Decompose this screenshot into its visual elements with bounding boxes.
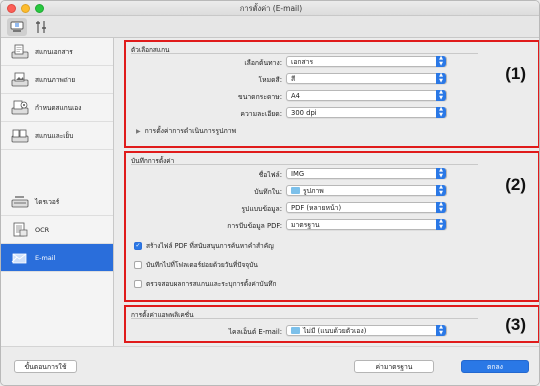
subfolder-label: บันทึกไปที่โฟลเดอร์ย่อยด้วยวันที่ปัจจุบั…	[146, 261, 258, 269]
source-select[interactable]: เอกสาร ▲ ▼	[286, 55, 447, 67]
chevron-updown-icon: ▲ ▼	[436, 72, 446, 84]
save-in-select[interactable]: รูปภาพ ▲ ▼	[286, 184, 447, 196]
pdf-compression-label: การบีบข้อมูล PDF:	[227, 222, 282, 230]
zoom-window-button[interactable]	[35, 4, 44, 13]
data-format-label: รูปแบบข้อมูล:	[241, 205, 282, 213]
settings-window: การตั้งค่า (E-mail) สแกนเอกสาร สแกนภาพถ่…	[0, 0, 540, 386]
data-format-select[interactable]: PDF (หลายหน้า) ▲ ▼	[286, 201, 447, 213]
chevron-updown-icon: ▲ ▼	[436, 167, 446, 179]
sidebar-item-email[interactable]: E-mail	[1, 244, 113, 272]
email-icon	[9, 249, 31, 267]
image-processing-label: การตั้งค่าการดำเนินการรูปภาพ	[144, 127, 237, 135]
sidebar-item-document-scan[interactable]: สแกนเอกสาร	[1, 38, 113, 66]
ocr-icon	[9, 221, 31, 239]
color-mode-select[interactable]: สี ▲ ▼	[286, 72, 447, 84]
sidebar: สแกนเอกสาร สแกนภาพถ่าย กำหนดสแกนเอง สแกน…	[1, 38, 114, 346]
chevron-updown-icon: ▲ ▼	[436, 55, 446, 67]
subfolder-checkbox-row[interactable]: บันทึกไปที่โฟลเดอร์ย่อยด้วยวันที่ปัจจุบั…	[134, 259, 258, 270]
scan-options-section: ตัวเลือกสแกน (1) เลือกต้นทาง: เอกสาร ▲ ▼ …	[124, 40, 539, 148]
sidebar-item-driver[interactable]: ไดรเวอร์	[1, 188, 113, 216]
sidebar-item-label: OCR	[35, 225, 50, 234]
keyword-pdf-checkbox[interactable]: ✓	[134, 241, 142, 250]
document-scan-icon	[9, 43, 31, 61]
file-name-value: IMG	[291, 170, 305, 178]
email-client-value: ไม่มี (แนบด้วยตัวเอง)	[303, 327, 367, 335]
disclosure-triangle-icon: ▶	[136, 128, 141, 135]
paper-size-label: ขนาดกระดาษ:	[238, 93, 282, 101]
sidebar-item-label: ไดรเวอร์	[35, 197, 60, 206]
callout-3: (3)	[505, 315, 526, 334]
source-label: เลือกต้นทาง:	[244, 59, 282, 67]
sidebar-item-scan-and-stitch[interactable]: สแกนและเย็บ	[1, 122, 113, 150]
keyword-pdf-checkbox-row[interactable]: ✓ สร้างไฟล์ PDF ที่สนับสนุนการค้นหาคำสำค…	[134, 240, 274, 251]
subfolder-checkbox[interactable]	[134, 260, 142, 269]
general-settings-icon	[36, 21, 46, 33]
paper-size-value: A4	[291, 92, 300, 100]
resolution-value: 300 dpi	[291, 109, 317, 117]
instructions-button[interactable]: ขั้นตอนการใช้	[14, 360, 77, 373]
footer-bar: ขั้นตอนการใช้ ค่ามาตรฐาน ตกลง	[1, 346, 539, 385]
email-client-select[interactable]: ไม่มี (แนบด้วยตัวเอง) ▲ ▼	[286, 324, 447, 336]
save-in-label: บันทึกใน:	[254, 188, 282, 196]
defaults-button[interactable]: ค่ามาตรฐาน	[354, 360, 434, 373]
toolbar	[1, 16, 539, 38]
scan-from-computer-icon	[10, 21, 24, 32]
source-value: เอกสาร	[291, 58, 314, 66]
chevron-updown-icon: ▲ ▼	[436, 184, 446, 196]
confirm-checkbox-row[interactable]: ตรวจสอบผลการสแกนและระบุการตั้งค่าบันทึก	[134, 278, 276, 289]
driver-icon	[9, 193, 31, 211]
callout-1: (1)	[505, 64, 526, 83]
sidebar-item-photo-scan[interactable]: สแกนภาพถ่าย	[1, 66, 113, 94]
confirm-checkbox[interactable]	[134, 279, 142, 288]
chevron-updown-icon: ▲ ▼	[436, 324, 446, 336]
tab-scan-from-computer[interactable]	[7, 18, 27, 36]
chevron-updown-icon: ▲ ▼	[436, 218, 446, 230]
folder-icon	[291, 187, 300, 194]
folder-icon	[291, 327, 300, 334]
image-processing-disclosure[interactable]: ▶ การตั้งค่าการดำเนินการรูปภาพ	[136, 125, 236, 136]
chevron-updown-icon: ▲ ▼	[436, 106, 446, 118]
window-title: การตั้งค่า (E-mail)	[239, 4, 303, 13]
save-settings-section: บันทึกการตั้งค่า (2) ชื่อไฟล์: IMG ▲ ▼ บั…	[124, 151, 539, 302]
resolution-label: ความละเอียด:	[240, 110, 282, 118]
minimize-window-button[interactable]	[21, 4, 30, 13]
pdf-compression-value: มาตรฐาน	[291, 221, 320, 229]
pdf-compression-select[interactable]: มาตรฐาน ▲ ▼	[286, 218, 447, 230]
keyword-pdf-label: สร้างไฟล์ PDF ที่สนับสนุนการค้นหาคำสำคัญ	[146, 242, 274, 250]
title-bar: การตั้งค่า (E-mail)	[1, 1, 539, 16]
color-mode-label: โหมดสี:	[258, 76, 282, 84]
sidebar-item-ocr[interactable]: OCR	[1, 216, 113, 244]
save-in-value: รูปภาพ	[303, 187, 324, 195]
ok-button[interactable]: ตกลง	[461, 360, 529, 373]
sidebar-item-label: กำหนดสแกนเอง	[35, 103, 82, 112]
sidebar-item-label: สแกนภาพถ่าย	[35, 75, 76, 84]
sidebar-item-label: E-mail	[35, 253, 56, 262]
file-name-label: ชื่อไฟล์:	[258, 171, 282, 179]
scan-and-stitch-icon	[9, 127, 31, 145]
data-format-value: PDF (หลายหน้า)	[291, 204, 342, 212]
color-mode-value: สี	[291, 75, 296, 83]
file-name-select[interactable]: IMG ▲ ▼	[286, 167, 447, 179]
confirm-label: ตรวจสอบผลการสแกนและระบุการตั้งค่าบันทึก	[146, 280, 277, 288]
sidebar-item-custom-scan[interactable]: กำหนดสแกนเอง	[1, 94, 113, 122]
main-panel: ตัวเลือกสแกน (1) เลือกต้นทาง: เอกสาร ▲ ▼ …	[114, 38, 539, 346]
chevron-updown-icon: ▲ ▼	[436, 89, 446, 101]
custom-scan-icon	[9, 99, 31, 117]
sidebar-item-label: สแกนและเย็บ	[35, 131, 74, 140]
app-settings-section: การตั้งค่าแอพพลิเคชั่น (3) ไคลเอ็นต์ E-m…	[124, 305, 539, 343]
close-window-button[interactable]	[7, 4, 16, 13]
tab-general-settings[interactable]	[31, 18, 51, 36]
sidebar-item-label: สแกนเอกสาร	[35, 47, 73, 56]
chevron-updown-icon: ▲ ▼	[436, 201, 446, 213]
callout-2: (2)	[505, 175, 526, 194]
photo-scan-icon	[9, 71, 31, 89]
paper-size-select[interactable]: A4 ▲ ▼	[286, 89, 447, 101]
resolution-select[interactable]: 300 dpi ▲ ▼	[286, 106, 447, 118]
email-client-label: ไคลเอ็นต์ E-mail:	[228, 328, 282, 336]
